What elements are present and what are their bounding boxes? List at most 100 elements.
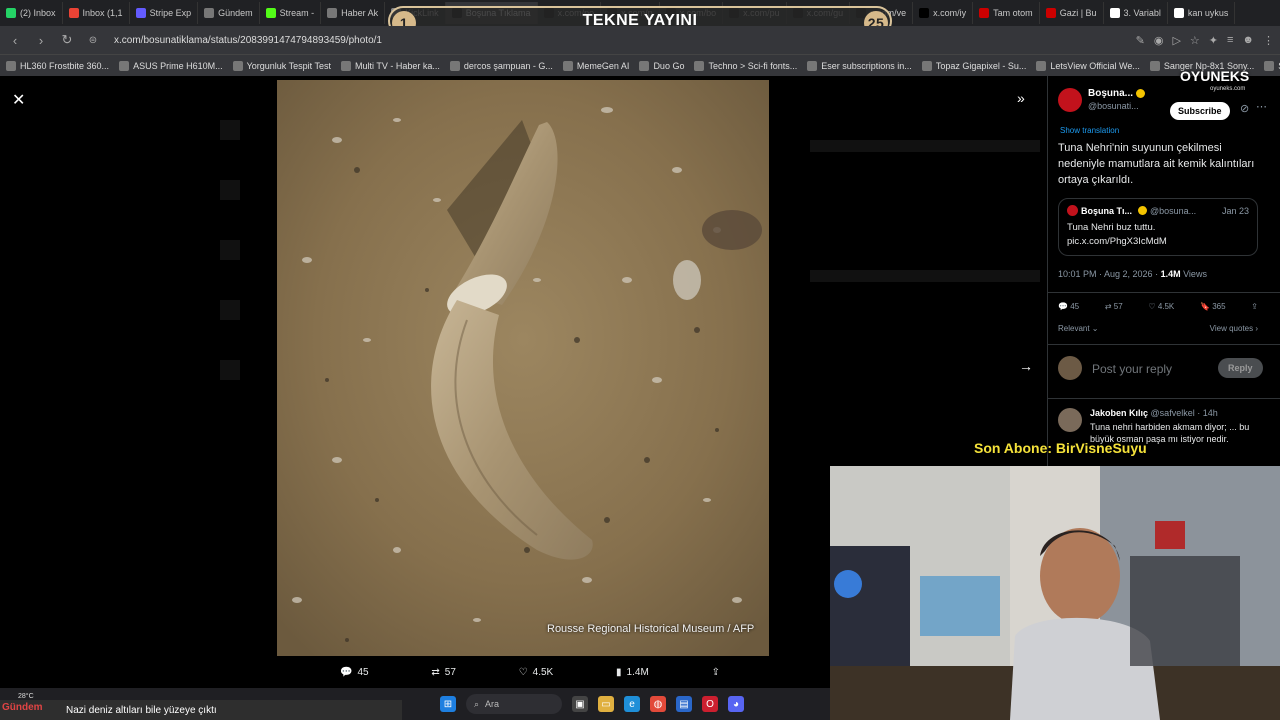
bookmark-item[interactable]: LetsView Official We...: [1036, 60, 1140, 71]
share-action[interactable]: ⇪: [712, 664, 720, 680]
tab-favicon-icon: [68, 8, 79, 18]
address-bar-row: ‹ › ↻ ⊜ x.com/bosunatiklama/status/20839…: [0, 26, 1280, 54]
reply-input[interactable]: Post your reply: [1092, 362, 1172, 376]
show-translation-link[interactable]: Show translation: [1060, 126, 1119, 135]
chrome-icon[interactable]: ◍: [650, 696, 666, 712]
bookmark-item[interactable]: Sanger Np-8x1 Son...: [1264, 60, 1280, 71]
reply-action[interactable]: 💬 45: [340, 664, 369, 680]
opera-icon[interactable]: O: [702, 696, 718, 712]
tab-label: Gündem: [218, 8, 253, 18]
bookmark-label: MemeGen AI: [576, 60, 630, 71]
browser-tab[interactable]: x.com/iy: [913, 2, 974, 24]
divider: [1048, 292, 1280, 293]
bookmark-item[interactable]: Yorgunluk Tespit Test: [232, 60, 331, 71]
quoted-post[interactable]: Boşuna Tı... @bosuna... Jan 23 Tuna Nehr…: [1058, 198, 1258, 256]
file-explorer-icon[interactable]: ▭: [598, 696, 614, 712]
browser-tab[interactable]: Inbox (1,1: [63, 2, 130, 24]
bookmark-item[interactable]: ASUS Prime H610M...: [119, 60, 223, 71]
browser-tab[interactable]: Stripe Exp: [130, 2, 199, 24]
bookmark-item[interactable]: Topaz Gigapixel - Su...: [921, 60, 1026, 71]
browser-tab[interactable]: 3. Variabl: [1104, 2, 1168, 24]
stat-share-icon[interactable]: ⇪: [1251, 302, 1258, 311]
author-handle[interactable]: @bosunati...: [1088, 101, 1139, 111]
browser-tab[interactable]: Gazi | Bu: [1040, 2, 1104, 24]
browser-tab[interactable]: (2) Inbox: [0, 2, 63, 24]
edge-browser-icon[interactable]: e: [624, 696, 640, 712]
browser-tab[interactable]: Tam otom: [973, 2, 1040, 24]
brand-logo-sub: oyuneks.com: [1210, 86, 1246, 92]
browser-tab[interactable]: Stream -: [260, 2, 322, 24]
tab-label: x.com/iy: [933, 8, 967, 18]
post-header: Boşuna... @bosunati... Subscribe ⊘ ⋯: [1058, 88, 1271, 120]
post-timestamp[interactable]: 10:01 PM · Aug 2, 2026 ·: [1058, 269, 1161, 279]
like-action[interactable]: ♡ 4.5K: [519, 664, 554, 680]
stat-replies[interactable]: 💬 45: [1058, 302, 1079, 311]
post-photo[interactable]: [277, 80, 769, 656]
bookmark-star-icon[interactable]: ☆: [1190, 34, 1200, 47]
stat-bookmarks[interactable]: 🔖 365: [1200, 302, 1226, 311]
forward-icon[interactable]: ›: [32, 31, 50, 49]
profile-icon[interactable]: ☻: [1242, 34, 1254, 47]
bookmark-favicon-icon: [119, 60, 130, 71]
stat-reposts[interactable]: ⇄ 57: [1105, 302, 1123, 311]
play-icon[interactable]: ▷: [1172, 34, 1180, 47]
more-icon[interactable]: ⋮: [1263, 34, 1274, 47]
tab-favicon-icon: [919, 8, 930, 18]
quoted-text-line2[interactable]: pic.x.com/PhgX3IcMdM: [1067, 235, 1249, 249]
next-photo-icon[interactable]: →: [1019, 358, 1033, 374]
back-icon[interactable]: ‹: [6, 31, 24, 49]
repost-action[interactable]: ⇄ 57: [431, 664, 456, 680]
more-options-icon[interactable]: ⋯: [1256, 100, 1267, 113]
commenter-handle[interactable]: @safvelkel: [1151, 408, 1195, 418]
commenter-name[interactable]: Jakoben Kılıç: [1090, 408, 1148, 418]
bookmark-item[interactable]: Eser subscriptions in...: [807, 60, 912, 71]
site-info-icon[interactable]: ⊜: [84, 31, 102, 49]
views-action[interactable]: ▮ 1.4M: [616, 664, 649, 680]
bookmark-label: Yorgunluk Tespit Test: [246, 60, 331, 71]
reply-count: 45: [357, 666, 369, 678]
reload-icon[interactable]: ↻: [58, 31, 76, 49]
author-name-row[interactable]: Boşuna...: [1088, 88, 1146, 99]
quoted-text-line1: Tuna Nehri buz tuttu.: [1067, 222, 1156, 233]
bookmark-item[interactable]: HL360 Frostbite 360...: [6, 60, 109, 71]
task-view-icon[interactable]: ▣: [572, 696, 588, 712]
windows-start-icon[interactable]: ⊞: [440, 696, 456, 712]
bookmark-item[interactable]: dercos şampuan - G...: [449, 60, 553, 71]
edit-icon[interactable]: ✎: [1136, 34, 1145, 47]
browser-tab[interactable]: Haber Ak: [321, 2, 386, 24]
view-quotes-link[interactable]: View quotes ›: [1210, 324, 1258, 333]
subscribe-button[interactable]: Subscribe: [1170, 102, 1230, 120]
taskbar-search[interactable]: ⌕ Ara: [466, 694, 562, 714]
bookmark-favicon-icon: [694, 60, 705, 71]
commenter-row: Jakoben Kılıç @safvelkel · 14h: [1090, 408, 1218, 418]
bookmark-item[interactable]: Techno > Sci-fi fonts...: [694, 60, 797, 71]
grok-icon[interactable]: ⊘: [1240, 102, 1249, 115]
screenshot-icon[interactable]: ◉: [1154, 34, 1164, 47]
bookmark-item[interactable]: MemeGen AI: [562, 60, 630, 71]
author-avatar[interactable]: [1058, 88, 1082, 112]
news-ticker: Nazi deniz altıları bile yüzeye çıktı: [0, 700, 402, 720]
store-icon[interactable]: ▤: [676, 696, 692, 712]
discord-icon[interactable]: ◕: [728, 696, 744, 712]
tab-favicon-icon: [6, 8, 16, 18]
tab-favicon-icon: [979, 8, 990, 18]
views-count: 1.4M: [626, 666, 649, 678]
last-subscriber-overlay: Son Abone: BirVisneSuyu: [974, 440, 1147, 456]
browser-tab[interactable]: kan uykus: [1168, 2, 1236, 24]
extensions-icon[interactable]: ✦: [1209, 34, 1218, 47]
bookmark-item[interactable]: Duo Go: [639, 60, 685, 71]
sort-relevant-dropdown[interactable]: Relevant ⌄: [1058, 324, 1099, 333]
menu-icon[interactable]: ≡: [1227, 34, 1233, 47]
commenter-avatar[interactable]: [1058, 408, 1082, 432]
bookmark-label: LetsView Official We...: [1050, 60, 1140, 71]
browser-tab[interactable]: Gündem: [198, 2, 260, 24]
collapse-panel-icon[interactable]: »: [1017, 90, 1025, 106]
tab-label: (2) Inbox: [20, 8, 56, 18]
reply-button[interactable]: Reply: [1218, 358, 1263, 378]
url-field[interactable]: x.com/bosunatiklama/status/2083991474794…: [114, 35, 1128, 46]
heart-icon: ♡: [518, 666, 528, 678]
bookmark-item[interactable]: Multi TV - Haber ka...: [341, 60, 440, 71]
stat-likes[interactable]: ♡ 4.5K: [1148, 302, 1174, 311]
bookmark-label: Duo Go: [653, 60, 685, 71]
close-icon[interactable]: ✕: [12, 90, 30, 109]
